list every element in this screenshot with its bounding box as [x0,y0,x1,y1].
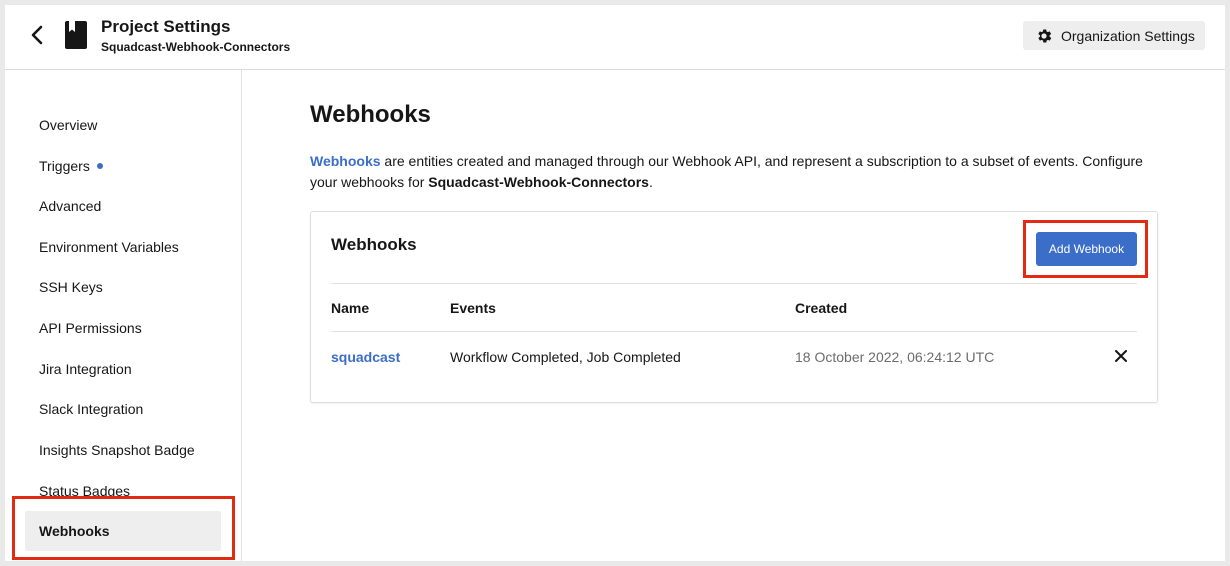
table-header-divider [331,331,1137,332]
organization-settings-button[interactable]: Organization Settings [1023,21,1205,50]
sidebar-item-label: Webhooks [39,523,110,539]
sidebar-item-label: Insights Snapshot Badge [39,442,195,458]
sidebar-item-label: Jira Integration [39,361,132,377]
project-name: Squadcast-Webhook-Connectors [101,40,291,54]
gear-icon [1038,28,1052,43]
webhook-name-link[interactable]: squadcast [331,349,400,365]
column-header-name: Name [331,300,370,316]
sidebar-item-label: Status Badges [39,483,131,499]
book-icon [65,21,87,49]
section-title: Webhooks [310,101,431,128]
app-window: Project Settings Squadcast-Webhook-Conne… [5,5,1225,561]
chevron-left-icon [31,25,43,45]
back-button[interactable] [25,23,49,47]
webhooks-card: Webhooks Add Webhook Name Events Created… [310,211,1158,403]
page-header: Project Settings Squadcast-Webhook-Conne… [5,5,1225,70]
column-header-events: Events [450,300,496,316]
sidebar-item-label: Overview [39,117,98,133]
description-end: . [648,174,653,190]
add-webhook-button[interactable]: Add Webhook [1036,232,1137,266]
card-divider [331,283,1137,284]
sidebar-item-status-badges[interactable]: Status Badges [25,471,221,511]
settings-sidebar: Overview Triggers Advanced Environment V… [5,70,242,561]
sidebar-item-slack-integration[interactable]: Slack Integration [25,389,221,429]
sidebar-item-triggers[interactable]: Triggers [25,146,221,186]
sidebar-item-label: Slack Integration [39,401,144,417]
webhook-created-date: 18 October 2022, 06:24:12 UTC [795,349,995,365]
column-header-created: Created [795,300,848,316]
section-description: Webhooks are entities created and manage… [310,151,1160,193]
notification-dot-icon [96,163,103,169]
close-icon [1115,350,1127,362]
sidebar-item-ssh-keys[interactable]: SSH Keys [25,267,221,307]
sidebar-item-label: Environment Variables [39,239,179,255]
organization-settings-label: Organization Settings [1061,27,1195,44]
sidebar-item-insights-snapshot-badge[interactable]: Insights Snapshot Badge [25,430,221,470]
webhooks-docs-link[interactable]: Webhooks [310,153,381,169]
sidebar-item-advanced[interactable]: Advanced [25,186,221,226]
webhook-events: Workflow Completed, Job Completed [450,349,681,365]
page-title: Project Settings [101,17,231,36]
sidebar-item-label: Triggers [39,158,90,174]
sidebar-item-jira-integration[interactable]: Jira Integration [25,349,221,389]
sidebar-item-label: SSH Keys [39,279,103,295]
sidebar-item-webhooks[interactable]: Webhooks [25,511,221,551]
card-title: Webhooks [331,235,417,254]
sidebar-item-label: Advanced [39,198,102,214]
sidebar-item-api-permissions[interactable]: API Permissions [25,308,221,348]
description-project-name: Squadcast-Webhook-Connectors [428,174,649,190]
sidebar-item-label: API Permissions [39,320,142,336]
sidebar-item-environment-variables[interactable]: Environment Variables [25,227,221,267]
sidebar-item-overview[interactable]: Overview [25,105,221,145]
delete-webhook-button[interactable] [1113,348,1129,364]
